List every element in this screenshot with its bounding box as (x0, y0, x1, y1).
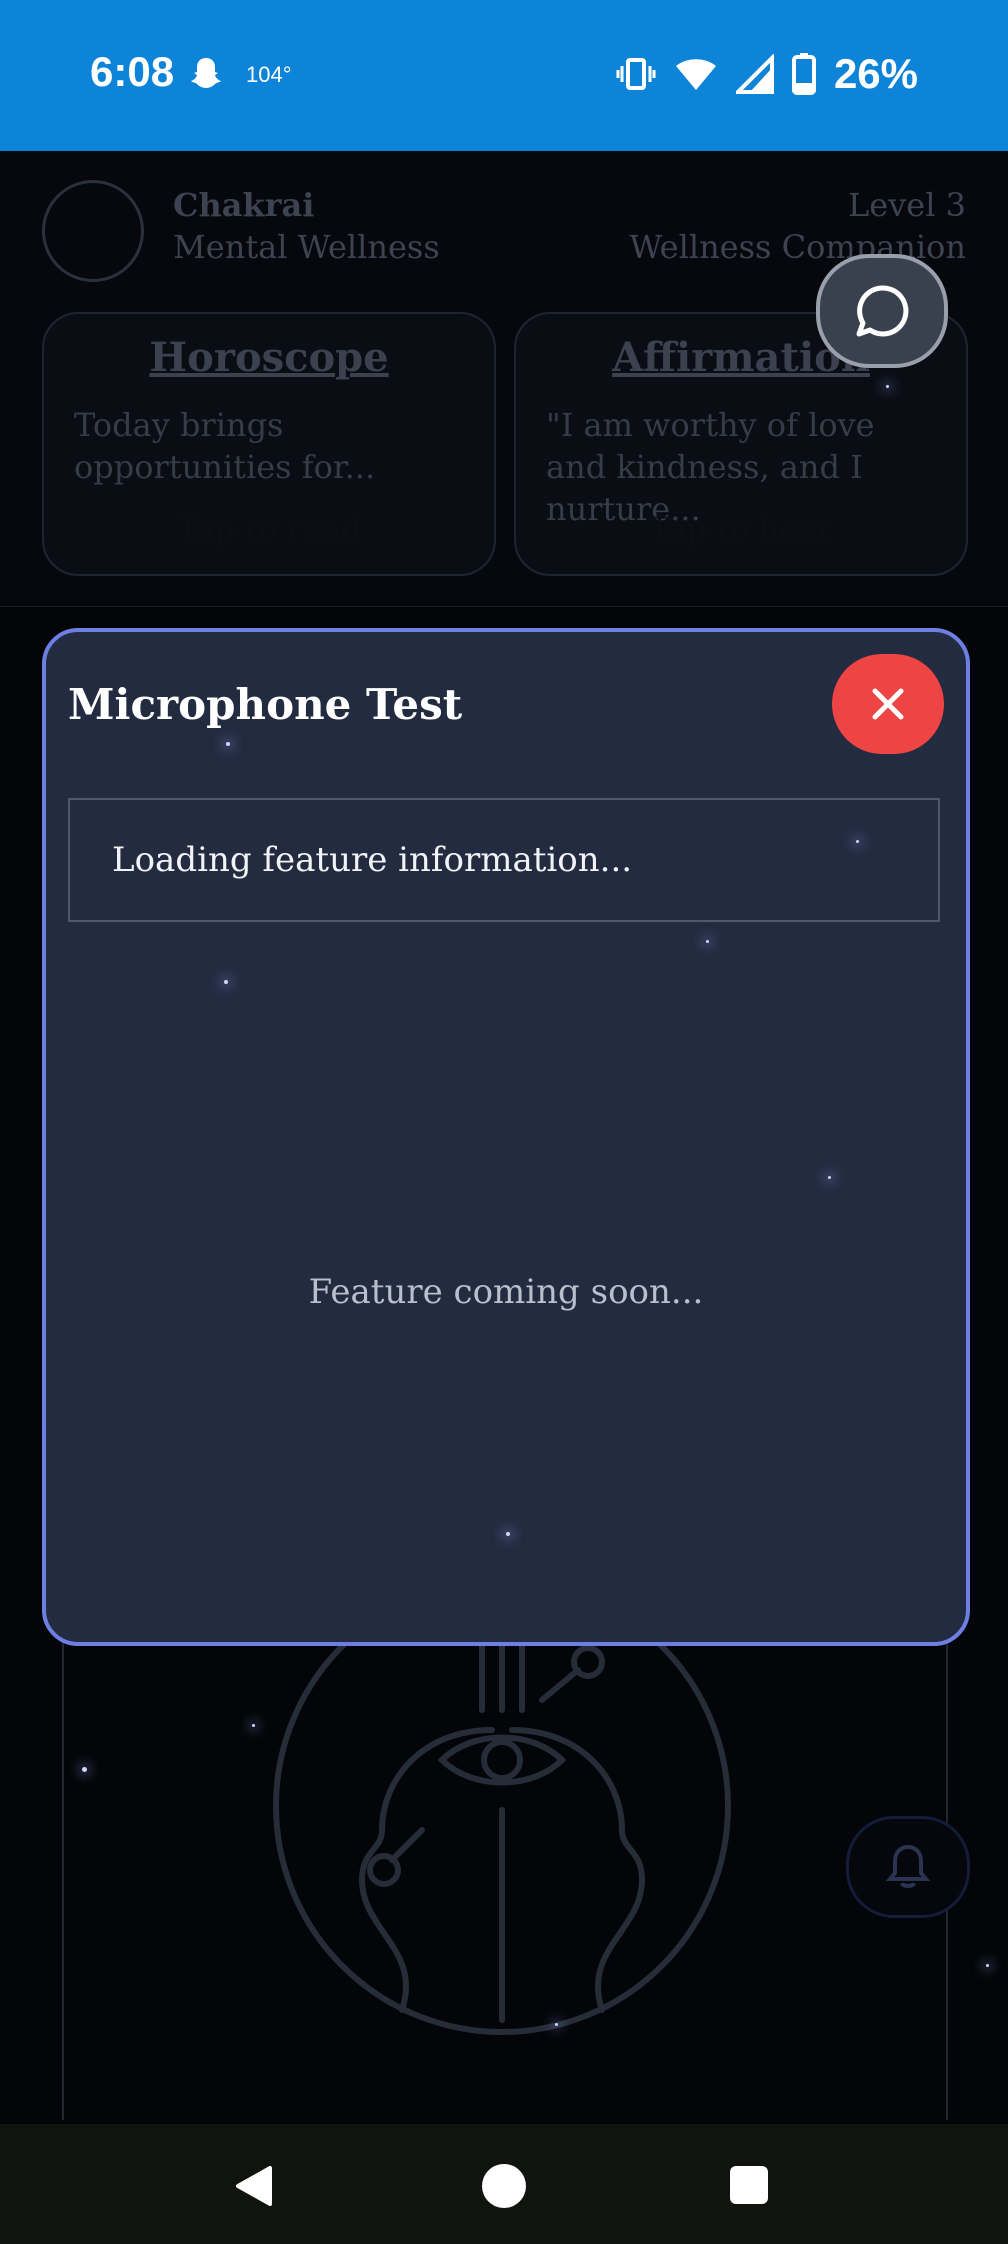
feature-info-box: Loading feature information... (68, 798, 940, 922)
app-subtitle: Mental Wellness (173, 228, 440, 266)
status-bar: 6:08 104° 26% (0, 0, 1008, 151)
third-eye-logo-icon (273, 1580, 731, 2035)
star-decoration (226, 742, 230, 746)
star-decoration (706, 940, 709, 943)
snapchat-icon (191, 58, 221, 88)
home-icon[interactable] (482, 2164, 526, 2208)
star-decoration (886, 385, 889, 388)
star-decoration (506, 1532, 510, 1536)
star-decoration (224, 980, 228, 984)
notification-button[interactable] (846, 1816, 970, 1918)
battery-percent: 26% (833, 50, 918, 97)
dialog-title: Microphone Test (68, 680, 463, 729)
signal-icon (735, 54, 774, 94)
feature-status-message: Feature coming soon... (308, 1272, 704, 1312)
wifi-icon (675, 59, 716, 90)
recents-icon[interactable] (730, 2166, 768, 2204)
system-nav-bar (0, 2124, 1008, 2244)
app-logo-icon (42, 180, 144, 282)
level-label: Level 3 (848, 186, 966, 224)
chat-button[interactable] (816, 254, 948, 368)
status-icons: 26% (616, 50, 918, 98)
horoscope-action: Tap to read (176, 510, 362, 548)
microphone-test-dialog: Microphone Test Loading feature informat… (42, 628, 970, 1646)
status-time: 6:08 (90, 48, 175, 95)
affirmation-action: Tap to hear (648, 510, 834, 548)
close-icon (872, 688, 904, 720)
star-decoration (555, 2023, 558, 2026)
vibrate-icon (616, 58, 656, 90)
back-icon[interactable] (232, 2164, 274, 2208)
star-decoration (252, 1724, 255, 1727)
horoscope-title: Horoscope (149, 334, 389, 381)
star-decoration (82, 1767, 87, 1772)
chat-icon (856, 285, 909, 337)
battery-icon (791, 53, 816, 95)
bell-icon (886, 1844, 930, 1888)
feature-info-text: Loading feature information... (112, 840, 633, 880)
horoscope-card[interactable]: Horoscope Today brings opportunities for… (42, 312, 496, 576)
app-name: Chakrai (173, 186, 315, 224)
star-decoration (856, 840, 859, 843)
star-decoration (986, 1964, 989, 1967)
star-decoration (828, 1176, 831, 1179)
horoscope-preview: Today brings opportunities for... (74, 406, 376, 486)
status-temperature: 104° (246, 62, 292, 87)
close-button[interactable] (832, 654, 944, 754)
